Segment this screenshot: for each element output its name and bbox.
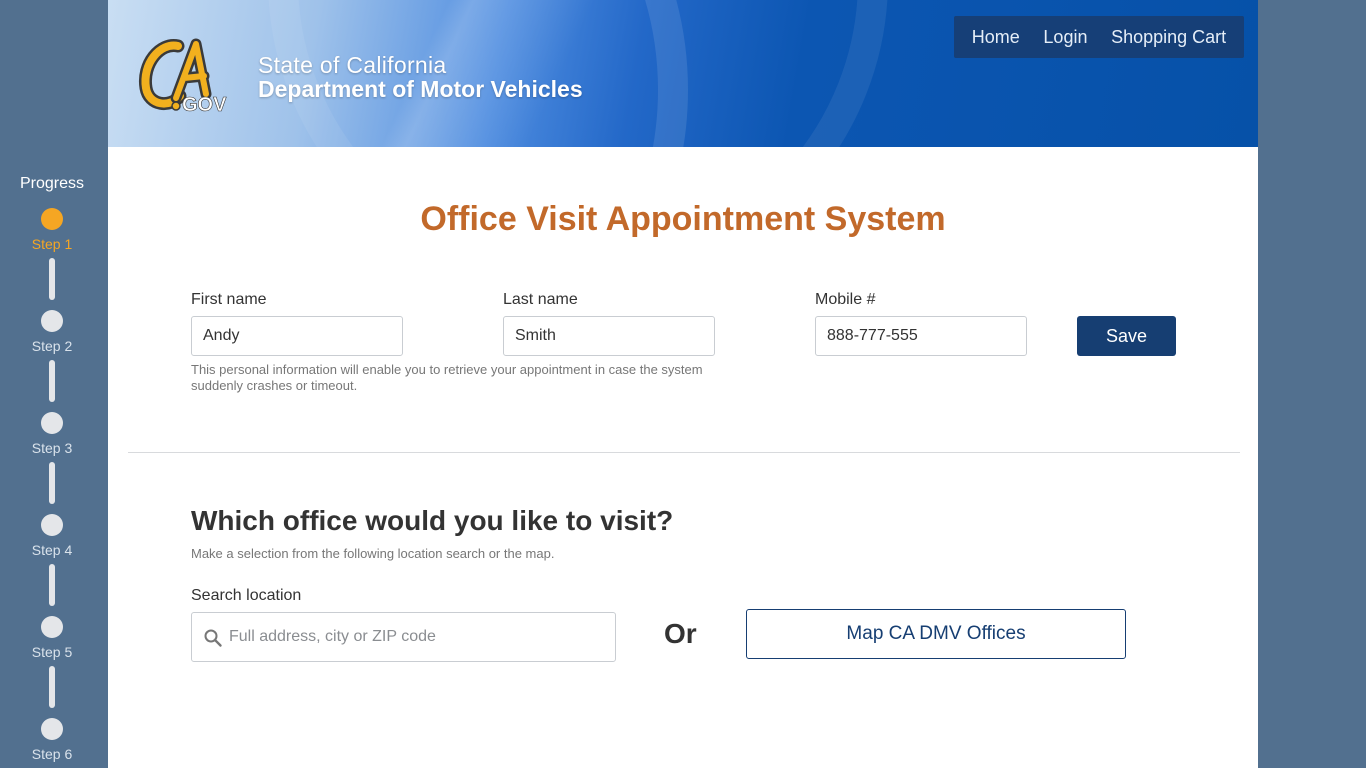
step-connector (49, 360, 55, 402)
ca-gov-logo[interactable]: GOV (138, 36, 236, 114)
search-icon (204, 629, 222, 647)
search-location-box[interactable] (191, 612, 616, 662)
last-name-field[interactable] (503, 316, 715, 356)
header-banner: GOV State of California Department of Mo… (108, 0, 1258, 147)
progress-sidebar: Progress Step 1 Step 2 Step 3 Step 4 Ste… (0, 0, 108, 768)
step-label: Step 1 (31, 236, 73, 252)
step-label: Step 2 (31, 338, 73, 354)
step-label: Step 5 (31, 644, 73, 660)
personal-info-hint: This personal information will enable yo… (191, 362, 703, 393)
page-title: Office Visit Appointment System (420, 200, 946, 238)
nav-shopping-cart-link[interactable]: Shopping Cart (1111, 27, 1226, 48)
save-button[interactable]: Save (1077, 316, 1176, 356)
top-navigation: Home Login Shopping Cart (954, 16, 1244, 58)
progress-step-5: Step 5 (0, 616, 104, 660)
svg-text:GOV: GOV (182, 94, 227, 114)
state-name: State of California (258, 52, 447, 78)
step-indicator (41, 412, 63, 434)
step-indicator (41, 514, 63, 536)
step-label: Step 4 (31, 542, 73, 558)
map-dmv-offices-button[interactable]: Map CA DMV Offices (746, 609, 1126, 659)
step-connector (49, 564, 55, 606)
search-location-label: Search location (191, 587, 302, 604)
progress-step-2: Step 2 (0, 310, 104, 354)
office-heading: Which office would you like to visit? (191, 505, 674, 536)
first-name-label: First name (191, 291, 267, 308)
search-location-input[interactable] (229, 614, 609, 660)
last-name-label: Last name (503, 291, 578, 308)
first-name-field[interactable] (191, 316, 403, 356)
step-label: Step 3 (31, 440, 73, 456)
step-indicator (41, 718, 63, 740)
section-divider (128, 452, 1240, 453)
progress-step-3: Step 3 (0, 412, 104, 456)
progress-step-4: Step 4 (0, 514, 104, 558)
office-subtext: Make a selection from the following loca… (191, 546, 555, 561)
progress-step-1: Step 1 (0, 208, 104, 252)
step-indicator (41, 310, 63, 332)
step-connector (49, 258, 55, 300)
nav-home-link[interactable]: Home (972, 27, 1020, 48)
progress-title: Progress (19, 175, 85, 192)
mobile-field[interactable] (815, 316, 1027, 356)
step-label: Step 6 (31, 746, 73, 762)
mobile-label: Mobile # (815, 291, 876, 308)
main-content: GOV State of California Department of Mo… (108, 0, 1258, 768)
step-indicator (41, 208, 63, 230)
department-name: Department of Motor Vehicles (258, 76, 583, 102)
step-connector (49, 462, 55, 504)
or-separator: Or (664, 618, 697, 649)
step-indicator (41, 616, 63, 638)
nav-login-link[interactable]: Login (1043, 27, 1087, 48)
step-connector (49, 666, 55, 708)
progress-step-6: Step 6 (0, 718, 104, 762)
